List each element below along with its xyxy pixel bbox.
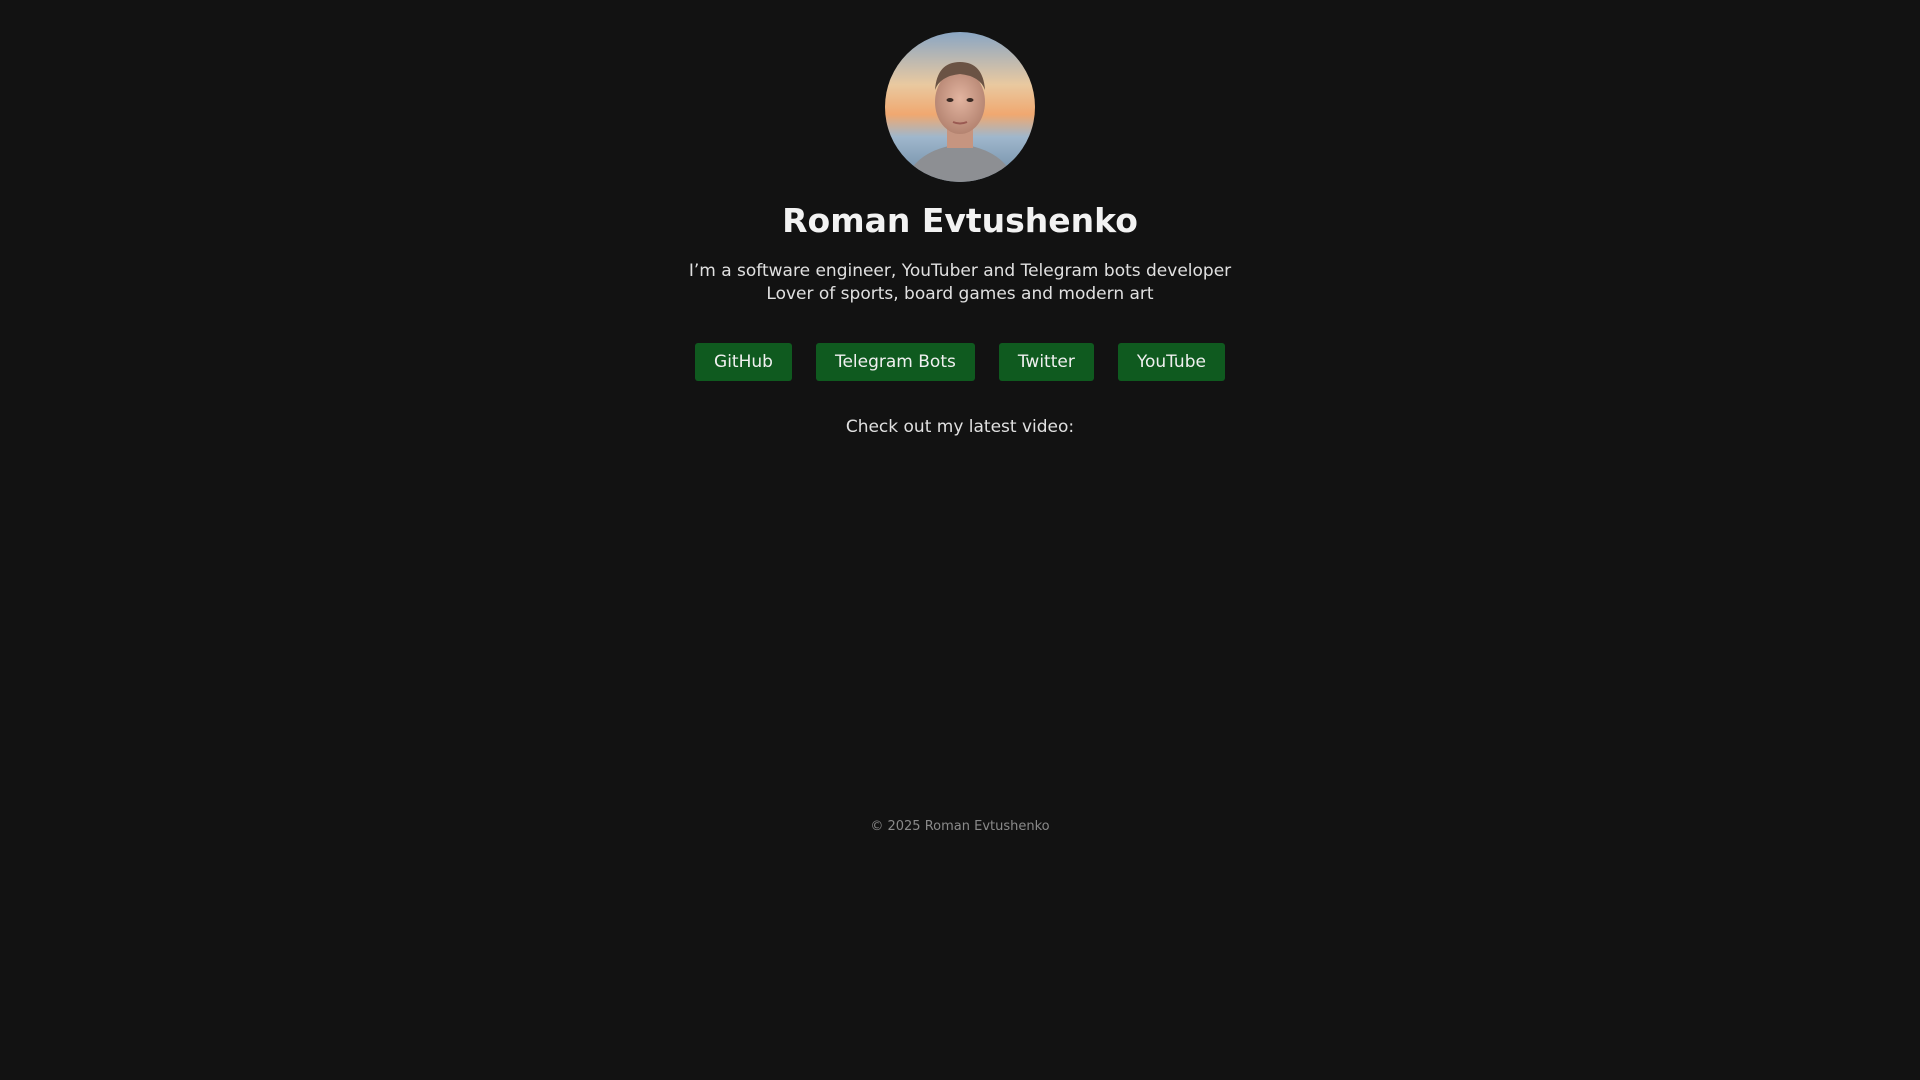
avatar [885,32,1035,182]
bio-line-1: I’m a software engineer, YouTuber and Te… [688,261,1232,281]
telegram-bots-link-button[interactable]: Telegram Bots [815,343,975,381]
twitter-link-button[interactable]: Twitter [998,343,1094,381]
profile-photo-icon [885,32,1035,182]
bio-line-2: Lover of sports, board games and modern … [766,284,1154,304]
youtube-link-button[interactable]: YouTube [1117,343,1225,381]
video-embed[interactable] [640,455,1280,785]
social-links: GitHub Telegram Bots Twitter YouTube [0,343,1920,381]
page-title: Roman Evtushenko [782,201,1138,240]
latest-video-heading: Check out my latest video: [845,417,1075,437]
page: Roman Evtushenko I’m a software engineer… [0,0,1920,1080]
footer-copyright: © 2025 Roman Evtushenko [870,819,1050,834]
github-link-button[interactable]: GitHub [695,343,792,381]
